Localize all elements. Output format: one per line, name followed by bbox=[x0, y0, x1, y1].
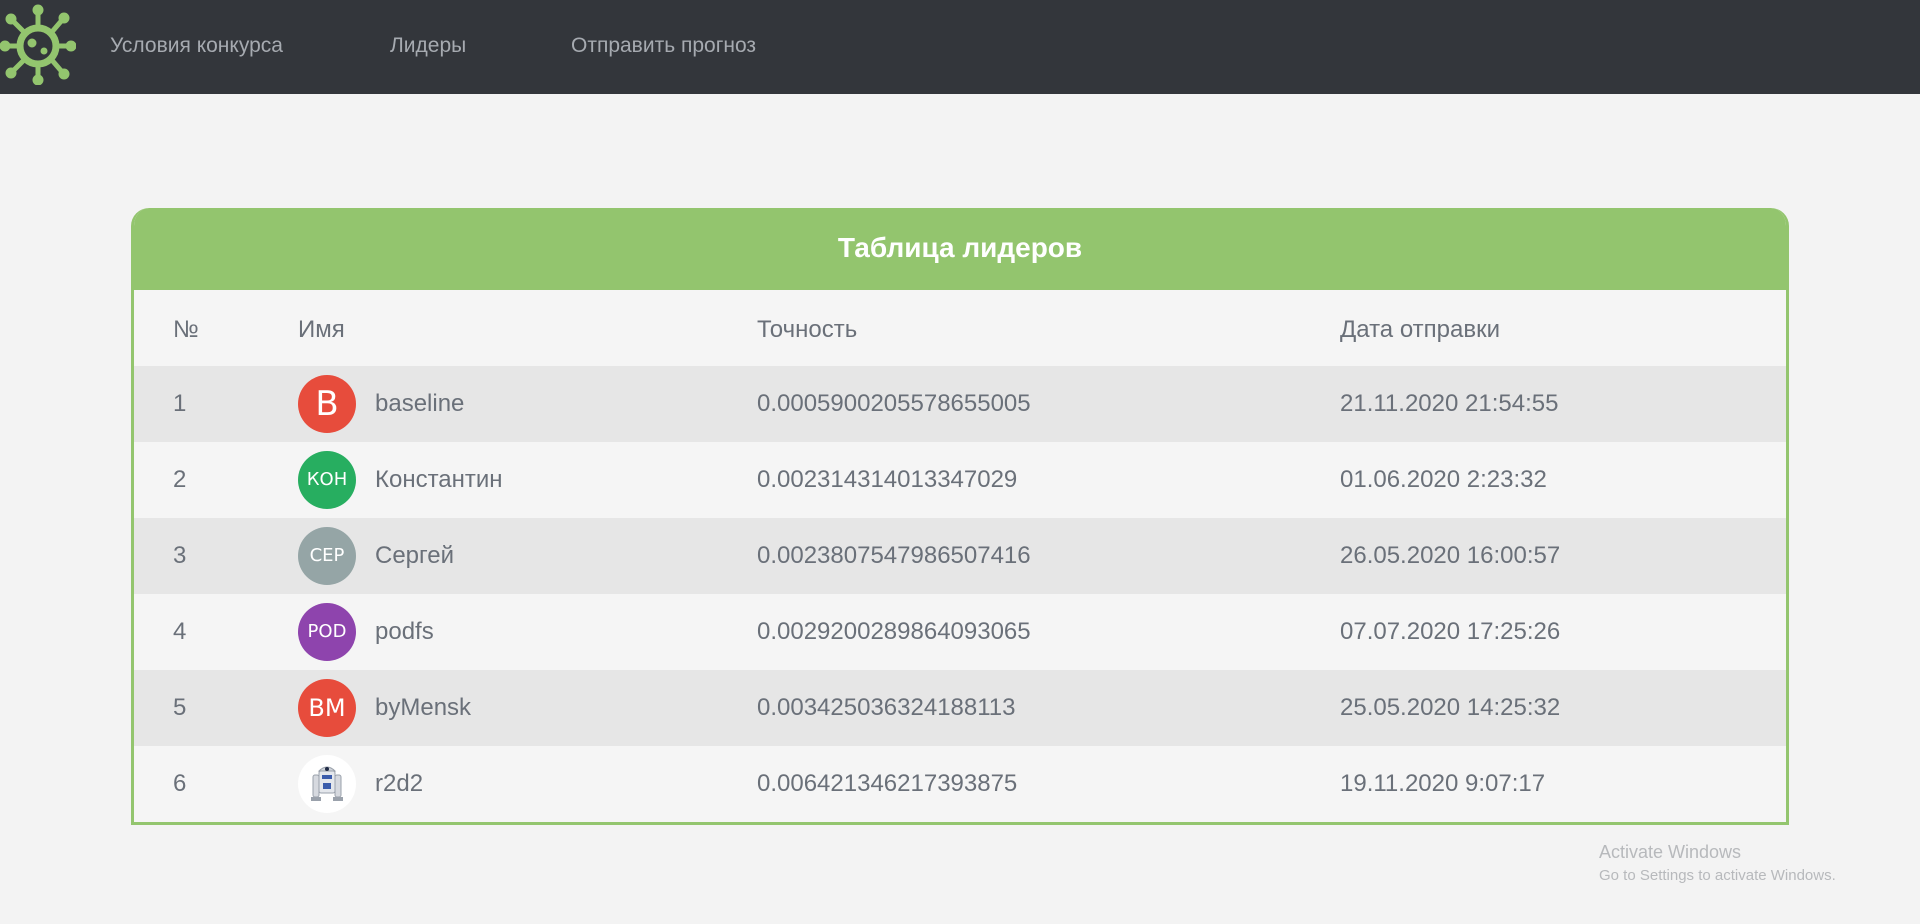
date-cell: 26.05.2020 16:00:57 bbox=[1340, 542, 1561, 569]
accuracy-cell: 0.0029200289864093065 bbox=[757, 618, 1031, 645]
leaderboard-title: Таблица лидеров bbox=[837, 232, 1083, 263]
avatar: BM bbox=[298, 679, 356, 737]
date-cell: 19.11.2020 9:07:17 bbox=[1340, 770, 1546, 797]
column-header-date: Дата отправки bbox=[1340, 316, 1500, 343]
avatar: B bbox=[298, 375, 356, 433]
windows-activation-subtitle: Go to Settings to activate Windows. bbox=[1599, 867, 1836, 884]
column-header-rank: № bbox=[173, 316, 199, 343]
column-header-accuracy: Точность bbox=[757, 316, 858, 343]
rank-cell: 2 bbox=[173, 466, 187, 493]
avatar-initials: СЕР bbox=[309, 545, 345, 566]
accuracy-cell: 0.006421346217393875 bbox=[757, 770, 1018, 797]
accuracy-cell: 0.002314314013347029 bbox=[757, 466, 1018, 493]
avatar-initials: B bbox=[315, 384, 339, 424]
rank-cell: 4 bbox=[173, 618, 187, 645]
robot-avatar-icon bbox=[298, 755, 356, 813]
windows-activation-title: Activate Windows bbox=[1599, 842, 1742, 862]
avatar: КОН bbox=[298, 451, 356, 509]
rank-cell: 1 bbox=[173, 390, 187, 417]
date-cell: 25.05.2020 14:25:32 bbox=[1340, 694, 1561, 721]
name-cell: Сергей bbox=[375, 542, 455, 569]
date-cell: 21.11.2020 21:54:55 bbox=[1340, 390, 1559, 417]
leaderboard-header: Таблица лидеров bbox=[134, 208, 1786, 290]
rank-cell: 5 bbox=[173, 694, 187, 721]
avatar: POD bbox=[298, 603, 356, 661]
avatar-initials: КОН bbox=[306, 469, 348, 490]
column-header-name: Имя bbox=[298, 316, 345, 343]
date-cell: 01.06.2020 2:23:32 bbox=[1340, 466, 1547, 493]
avatar-initials: BM bbox=[308, 694, 346, 722]
nav-link-submit-forecast[interactable]: Отправить прогноз bbox=[571, 34, 756, 58]
nav-link-leaders[interactable]: Лидеры bbox=[390, 34, 466, 58]
name-cell: r2d2 bbox=[375, 770, 424, 797]
top-navbar: Условия конкурса Лидеры Отправить прогно… bbox=[0, 0, 1920, 94]
table-row: 1 Bbaseline 0.0005900205578655005 21.11.202… bbox=[134, 366, 1786, 442]
table-row: 4 POD podfs 0.0029200289864093065 07.07.2020… bbox=[134, 594, 1786, 670]
name-cell: byMensk bbox=[375, 694, 472, 721]
date-cell: 07.07.2020 17:25:26 bbox=[1340, 618, 1561, 645]
avatar: СЕР bbox=[298, 527, 356, 585]
name-cell: baseline bbox=[375, 390, 465, 417]
table-row: 6 r2d2 0.006421346217393875 19.11.2020 9:07… bbox=[134, 746, 1786, 822]
name-cell: podfs bbox=[375, 618, 434, 645]
table-row: 2 КОН Константин 0.002314314013347029 01.06.… bbox=[134, 442, 1786, 518]
nav-link-contest-rules[interactable]: Условия конкурса bbox=[110, 34, 283, 58]
rank-cell: 3 bbox=[173, 542, 187, 569]
avatar-initials: POD bbox=[307, 621, 347, 642]
accuracy-cell: 0.003425036324188113 bbox=[757, 694, 1016, 721]
table-row: 3 СЕР Сергей 0.0023807547986507416 26.05.202… bbox=[134, 518, 1786, 594]
virus-logo-icon[interactable] bbox=[0, 3, 76, 85]
name-cell: Константин bbox=[375, 466, 503, 493]
accuracy-cell: 0.0023807547986507416 bbox=[757, 542, 1031, 569]
rank-cell: 6 bbox=[173, 770, 187, 797]
table-row: 5 BM byMensk 0.003425036324188113 25.05.2020… bbox=[134, 670, 1786, 746]
accuracy-cell: 0.0005900205578655005 bbox=[757, 390, 1031, 417]
